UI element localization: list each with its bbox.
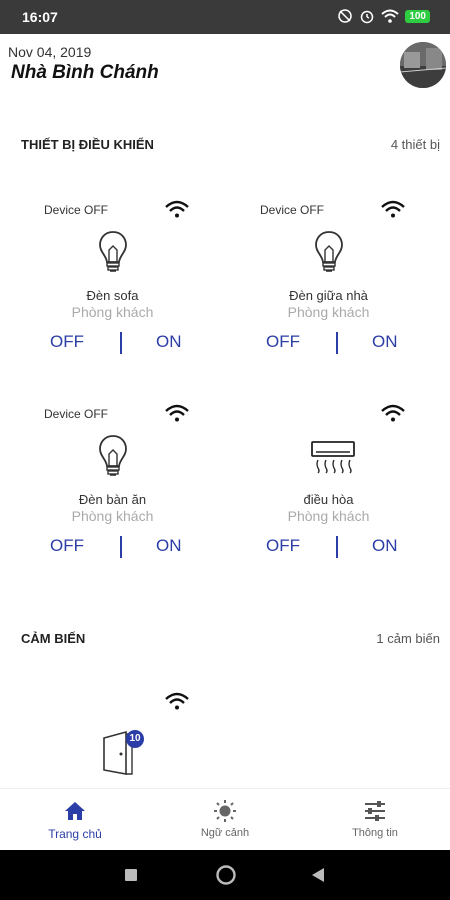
- nav-home[interactable]: Trang chủ: [0, 789, 150, 851]
- toggle-divider: [336, 332, 338, 354]
- home-system-icon[interactable]: [215, 864, 237, 886]
- nav-scenes-label: Ngữ cảnh: [200, 827, 250, 839]
- on-button[interactable]: ON: [156, 536, 182, 556]
- device-card[interactable]: điều hòa Phòng khách OFF ON: [216, 374, 441, 578]
- wifi-icon: [381, 404, 405, 422]
- device-card[interactable]: Device OFF Đèn giữa nhà Phòng khách OFF …: [216, 170, 441, 374]
- sensor-badge: 10: [126, 730, 144, 748]
- on-button[interactable]: ON: [372, 536, 398, 556]
- wifi-icon: [381, 200, 405, 218]
- device-toggle: OFF ON: [216, 332, 441, 356]
- device-room: Phòng khách: [71, 304, 154, 320]
- bulb-icon: [315, 231, 343, 272]
- wifi-icon: [165, 404, 189, 422]
- controls-device-count: 4 thiết bị: [390, 137, 440, 152]
- device-name: Đèn sofa: [86, 288, 139, 303]
- home-name[interactable]: Nhà Bình Chánh: [11, 62, 159, 84]
- device-status: Device OFF: [44, 203, 109, 217]
- wifi-icon: [165, 692, 189, 710]
- nav-scenes[interactable]: Ngữ cảnh: [150, 789, 300, 851]
- off-button[interactable]: OFF: [50, 536, 84, 556]
- status-bar: 16:07 100: [0, 0, 450, 34]
- device-room: Phòng khách: [71, 508, 154, 524]
- sensors-count: 1 cảm biến: [376, 631, 440, 646]
- alarm-icon: [361, 10, 374, 24]
- device-room: Phòng khách: [287, 508, 370, 524]
- device-status: Device OFF: [44, 407, 109, 421]
- device-name: Đèn bàn ăn: [78, 492, 147, 507]
- bulb-icon: [99, 435, 127, 476]
- home-header: Nov 04, 2019 Nhà Bình Chánh: [0, 34, 450, 118]
- status-time: 16:07: [22, 9, 58, 25]
- off-button[interactable]: OFF: [50, 332, 84, 352]
- back-icon[interactable]: [310, 867, 326, 883]
- sensor-card[interactable]: 10: [0, 662, 450, 788]
- off-button[interactable]: OFF: [266, 536, 300, 556]
- sensors-section-title: CẢM BIẾN: [21, 631, 86, 646]
- wifi-icon: [165, 200, 189, 218]
- device-name: Đèn giữa nhà: [289, 288, 368, 303]
- sun-icon: [214, 800, 236, 822]
- toggle-divider: [336, 536, 338, 558]
- on-button[interactable]: ON: [156, 332, 182, 352]
- device-grid: Device OFF Đèn sofa Phòng khách OFF ON D…: [0, 170, 450, 612]
- device-toggle: OFF ON: [216, 536, 441, 560]
- sliders-icon: [365, 801, 385, 821]
- device-name: điều hòa: [303, 492, 354, 507]
- header-date: Nov 04, 2019: [8, 44, 92, 60]
- sensors-section-header: CẢM BIẾN 1 cảm biến: [0, 612, 450, 664]
- toggle-divider: [120, 332, 122, 354]
- off-button[interactable]: OFF: [266, 332, 300, 352]
- air-conditioner-icon: [311, 441, 355, 474]
- device-room: Phòng khách: [287, 304, 370, 320]
- recents-icon[interactable]: [124, 868, 138, 882]
- battery-icon: 100: [405, 9, 430, 23]
- wifi-status-icon: [381, 9, 399, 23]
- status-icons: 100: [337, 8, 430, 24]
- nav-info-label: Thông tin: [352, 827, 398, 839]
- device-card[interactable]: Device OFF Đèn sofa Phòng khách OFF ON: [0, 170, 225, 374]
- avatar[interactable]: [400, 42, 446, 88]
- dnd-icon: [338, 9, 353, 23]
- system-navigation-bar: [0, 850, 450, 900]
- toggle-divider: [120, 536, 122, 558]
- home-icon: [65, 802, 85, 820]
- nav-home-label: Trang chủ: [48, 827, 102, 841]
- controls-section-header: THIẾT BỊ ĐIỀU KHIỂN 4 thiết bị: [0, 118, 450, 170]
- controls-section-title: THIẾT BỊ ĐIỀU KHIỂN: [21, 137, 154, 152]
- bulb-icon: [99, 231, 127, 272]
- nav-info[interactable]: Thông tin: [300, 789, 450, 851]
- device-status: Device OFF: [260, 203, 325, 217]
- device-toggle: OFF ON: [0, 332, 225, 356]
- bottom-navigation: Trang chủ Ngữ cảnh Thông tin: [0, 788, 450, 851]
- on-button[interactable]: ON: [372, 332, 398, 352]
- device-card[interactable]: Device OFF Đèn bàn ăn Phòng khách OFF ON: [0, 374, 225, 578]
- device-toggle: OFF ON: [0, 536, 225, 560]
